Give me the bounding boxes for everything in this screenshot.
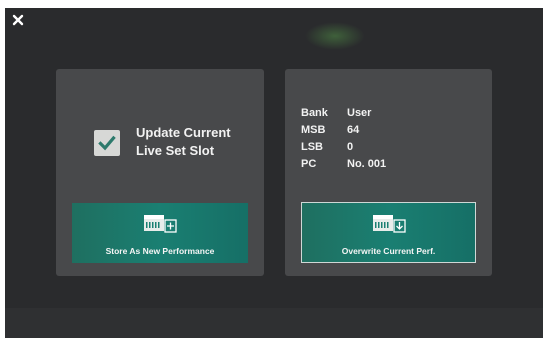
keyboard-add-icon (144, 215, 177, 233)
info-row-lsb: LSB 0 (301, 139, 386, 156)
background-band (5, 308, 543, 338)
update-live-set-label: Update Current Live Set Slot (136, 124, 256, 160)
store-dialog-screen: Update Current Live Set Slot Store As Ne… (5, 8, 543, 338)
info-key: LSB (301, 141, 323, 153)
update-live-set-checkbox-row[interactable]: Update Current Live Set Slot (94, 124, 256, 160)
info-value: No. 001 (347, 158, 387, 170)
info-key: Bank (301, 107, 328, 119)
overwrite-button-label: Overwrite Current Perf. (341, 246, 436, 256)
keyboard-download-icon (372, 215, 406, 233)
store-as-new-performance-button[interactable]: Store As New Performance (72, 203, 248, 263)
info-value: 64 (347, 124, 360, 136)
checkbox-label-line-1: Update Current (136, 125, 231, 140)
info-key: PC (301, 158, 317, 170)
store-button-label: Store As New Performance (105, 246, 215, 256)
checkbox-label-line-2: Live Set Slot (136, 143, 215, 158)
background-glow (305, 22, 365, 50)
overwrite-current-performance-button[interactable]: Overwrite Current Perf. (301, 202, 476, 263)
performance-info: Bank User MSB 64 LSB 0 PC No. 001 (301, 105, 386, 173)
checkmark-icon (98, 135, 116, 151)
info-value: 0 (347, 141, 354, 153)
info-row-bank: Bank User (301, 105, 386, 122)
info-row-pc: PC No. 001 (301, 156, 386, 173)
close-button[interactable] (9, 11, 27, 29)
info-key: MSB (301, 124, 326, 136)
update-live-set-checkbox[interactable] (94, 130, 120, 156)
info-row-msb: MSB 64 (301, 122, 386, 139)
info-value: User (347, 107, 372, 119)
close-icon (12, 14, 24, 26)
overwrite-panel: Bank User MSB 64 LSB 0 PC No. 001 Overwr… (285, 69, 492, 276)
store-panel: Update Current Live Set Slot Store As Ne… (56, 69, 264, 276)
